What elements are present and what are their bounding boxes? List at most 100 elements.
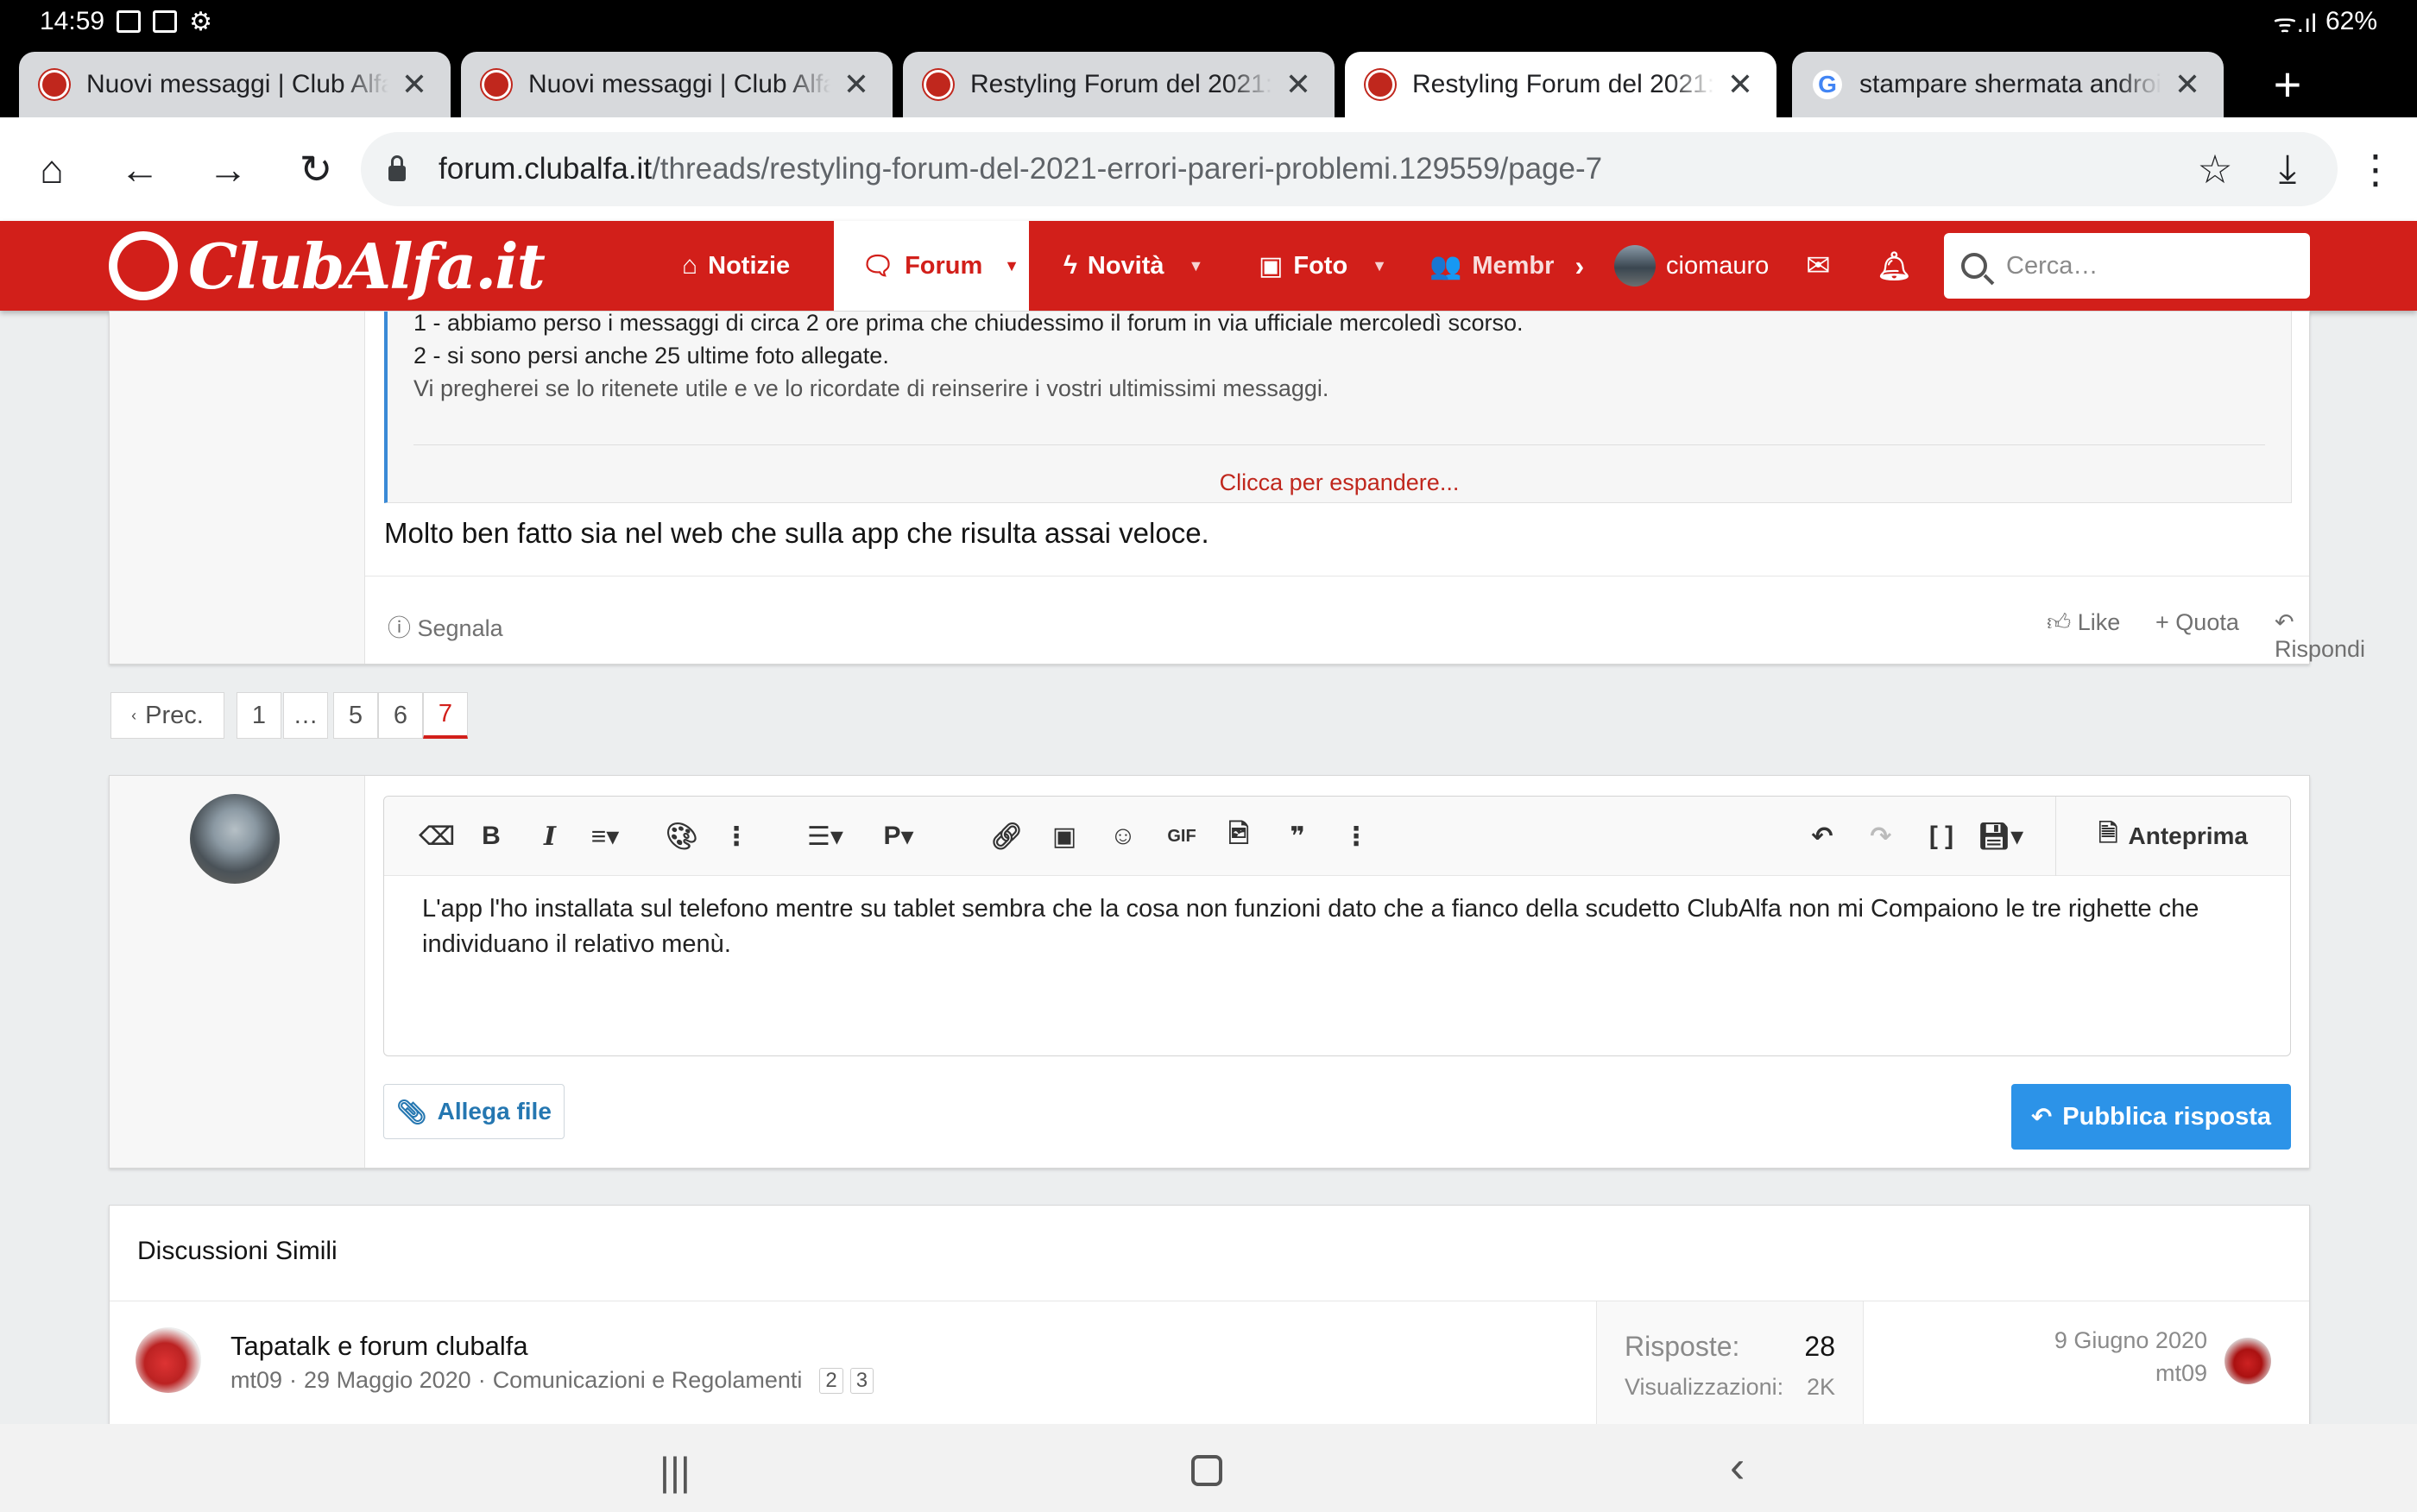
browser-tab-5[interactable]: G stampare shermata android - Google ✕ [1792,52,2224,117]
quote-label: Quota [2175,609,2239,635]
close-icon[interactable]: ✕ [399,66,430,103]
align-icon[interactable]: ☰▾ [807,816,843,857]
chevron-down-icon[interactable]: ▼ [1189,257,1204,275]
preview-icon: 🗎 [2098,820,2118,847]
back-icon[interactable]: ← [114,143,166,195]
site-logo[interactable]: ClubAlfa.it [109,228,546,304]
bbcode-icon[interactable]: [ ] [1926,816,1957,857]
publish-reply-button[interactable]: ↶ Pubblica risposta [2011,1084,2291,1150]
italic-icon[interactable]: I [534,816,565,857]
more-vertical-icon[interactable]: ⋮ [1341,816,1372,857]
home-icon: ⌂ [682,251,698,280]
home-icon[interactable]: ⌂ [26,143,78,195]
thread-page-link[interactable]: 2 [819,1367,843,1394]
envelope-icon[interactable]: ✉ [1806,221,1831,311]
pagination-current-page[interactable]: 7 [423,692,468,739]
browser-tab-4[interactable]: Restyling Forum del 2021: errori ✕ [1345,52,1776,117]
browser-tab-2[interactable]: Nuovi messaggi | Club Alfa Forum ✕ [461,52,893,117]
plus-icon: + [2155,609,2169,635]
save-draft-icon[interactable]: 💾︎▾ [1978,816,2023,857]
browser-tab-1[interactable]: Nuovi messaggi | Club Alfa Forum ✕ [19,52,451,117]
thread-date: 29 Maggio 2020 [304,1367,471,1393]
pagination-page[interactable]: 5 [333,692,378,739]
preview-button[interactable]: 🗎 Anteprima [2055,797,2290,876]
post-card: 1 - abbiamo perso i messaggi di circa 2 … [109,310,2365,665]
browser-tab-3[interactable]: Restyling Forum del 2021: errori ✕ [903,52,1335,117]
bell-icon[interactable]: 🔔︎ [1877,221,1912,311]
thread-forum[interactable]: Comunicazioni e Regolamenti [493,1367,803,1394]
gif-icon[interactable]: GIF [1166,816,1197,857]
back-nav-icon[interactable]: ‹ [1730,1441,1745,1493]
image-icon[interactable]: ▣ [1049,816,1080,857]
nav-label: Membr [1472,251,1555,280]
post-actions: ⓘ Segnala 👍︎ Like + Quota ↶ Rispondi [365,576,2365,665]
views-count: 2K [1806,1374,1835,1400]
nav-label: Novità [1087,251,1164,280]
tab-strip: Nuovi messaggi | Club Alfa Forum ✕ Nuovi… [0,43,2417,117]
quote-button[interactable]: + Quota [2155,609,2239,636]
bold-icon[interactable]: B [476,816,507,857]
attach-file-button[interactable]: 📎︎ Allega file [383,1084,565,1139]
last-post-date[interactable]: 9 Giugno 2020 [2054,1327,2207,1354]
undo-icon[interactable]: ↶ [1807,816,1838,857]
quote-block: 1 - abbiamo perso i messaggi di circa 2 … [384,310,2292,503]
reload-icon[interactable]: ↻ [290,143,342,195]
media-icon[interactable]: 🖻 [1223,816,1254,857]
reply-button[interactable]: ↶ Rispondi [2275,609,2365,663]
close-icon[interactable]: ✕ [1725,66,1756,103]
thread-page-link[interactable]: 3 [849,1367,874,1394]
report-button[interactable]: ⓘ Segnala [388,609,503,643]
quote-icon[interactable]: ❞ [1282,816,1313,857]
last-post-user[interactable]: mt09 [2155,1360,2207,1387]
menu-dots-icon[interactable]: ⋮ [2350,143,2401,195]
replies-count: 28 [1804,1331,1835,1362]
url-bar[interactable]: forum.clubalfa.it/threads/restyling-foru… [361,132,2338,206]
thread-meta: mt09 · 29 Maggio 2020 · Comunicazioni e … [230,1367,874,1394]
home-nav-icon[interactable] [1191,1455,1222,1486]
close-icon[interactable]: ✕ [841,66,872,103]
eraser-icon[interactable]: ⌫ [419,816,455,857]
user-menu[interactable]: ciomauro [1614,221,1769,311]
android-nav-bar: ||| ‹ [0,1424,2417,1512]
pagination-page[interactable]: 6 [378,692,423,739]
nav-foto[interactable]: ▣ Foto ▼ [1259,221,1387,311]
nav-notizie[interactable]: ⌂ Notizie [682,221,790,311]
thread-title[interactable]: Tapatalk e forum clubalfa [230,1331,528,1362]
tab-title: Nuovi messaggi | Club Alfa Forum [528,70,830,98]
star-icon[interactable]: ☆ [2189,143,2241,195]
search-input[interactable]: Cerca… [1944,233,2310,299]
link-icon[interactable]: 🔗︎ [990,816,1023,857]
expand-link[interactable]: Clicca per espandere... [413,444,2265,499]
new-tab-button[interactable]: + [2262,59,2313,110]
nav-membri[interactable]: 👥 Membr › [1429,221,1584,311]
pagination-page[interactable]: 1 [237,692,281,739]
editor-content[interactable]: L'app l'ho installata sul telefono mentr… [422,891,2256,962]
more-vertical-icon[interactable]: ⋮ [721,816,752,857]
list-item[interactable]: Tapatalk e forum clubalfa mt09 · 29 Magg… [110,1301,2309,1431]
similar-discussions: Discussioni Simili Tapatalk e forum club… [109,1205,2310,1438]
like-label: Like [2077,609,2121,635]
palette-icon[interactable]: 🎨︎ [666,816,698,857]
close-icon[interactable]: ✕ [1283,66,1314,103]
chevron-right-icon[interactable]: › [1575,250,1584,282]
download-icon[interactable]: ⤓ [2262,143,2313,195]
close-icon[interactable]: ✕ [2172,66,2203,103]
nav-label: Foto [1293,251,1348,280]
nav-novita[interactable]: ϟ Novità ▼ [1063,221,1203,311]
quote-line: 2 - si sono persi anche 25 ultime foto a… [413,343,889,369]
smiley-icon[interactable]: ☺ [1108,816,1139,857]
pagination-prev[interactable]: ‹ Prec. [110,692,224,739]
like-button[interactable]: 👍︎ Like [2047,609,2120,637]
forum-dropdown-caret[interactable]: ▼ [994,221,1029,311]
text-size-icon[interactable]: ≡▾ [590,816,621,857]
redo-icon[interactable]: ↷ [1865,816,1896,857]
paragraph-icon[interactable]: P ▾ [883,816,914,857]
nav-label: Notizie [708,251,791,280]
search-placeholder: Cerca… [2006,251,2098,280]
recent-apps-icon[interactable]: ||| [659,1448,691,1495]
pagination-ellipsis[interactable]: … [283,692,328,739]
thread-author[interactable]: mt09 [230,1367,282,1394]
forward-icon[interactable]: → [202,143,254,195]
chevron-down-icon[interactable]: ▼ [1372,257,1387,275]
preview-label: Anteprima [2128,822,2248,849]
